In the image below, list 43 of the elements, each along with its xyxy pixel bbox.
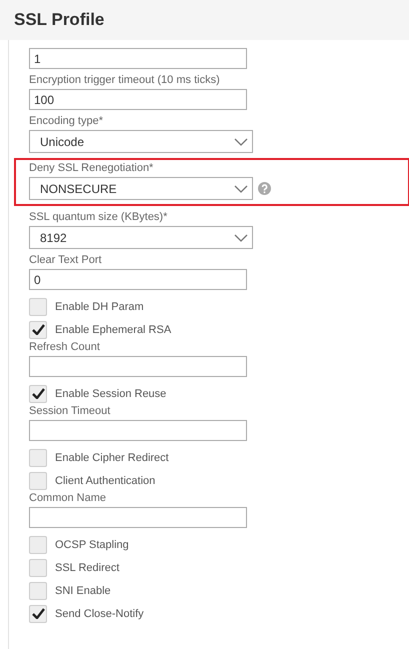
checkbox[interactable] (29, 604, 47, 622)
dropdown[interactable]: 8192 (29, 226, 253, 249)
input-field[interactable]: 100 (29, 89, 247, 110)
checkbox[interactable] (29, 298, 47, 316)
caret-icon (234, 184, 248, 192)
field-label: Session Timeout (29, 405, 112, 418)
checkbox-label: Enable Cipher Redirect (55, 452, 169, 464)
checkbox[interactable] (29, 536, 47, 554)
checkbox[interactable] (29, 582, 47, 600)
dropdown[interactable]: Unicode (29, 130, 253, 153)
checkbox[interactable] (29, 558, 47, 576)
input-field[interactable] (29, 356, 247, 377)
checkbox[interactable] (29, 472, 47, 490)
checkbox-label: Client Authentication (55, 474, 156, 486)
checkbox-label: Send Close-Notify (55, 608, 144, 620)
check-icon (32, 388, 44, 399)
checkbox-label: Enable DH Param (55, 300, 144, 312)
input-field[interactable]: 1 (29, 48, 247, 69)
checkbox-label: Enable Ephemeral RSA (55, 324, 172, 336)
check-icon (32, 608, 44, 619)
field-label: Common Name (29, 492, 108, 505)
checkbox-label: OCSP Stapling (55, 538, 129, 550)
field-label: Encryption trigger timeout (10 ms ticks) (29, 74, 221, 87)
field-label: Encoding type* (29, 115, 104, 128)
field-label: Deny SSL Renegotiation* (29, 162, 154, 175)
check-icon (32, 324, 44, 335)
checkbox-label: SSL Redirect (55, 562, 120, 574)
caret-icon (234, 234, 248, 242)
input-field[interactable] (29, 507, 247, 528)
field-label: Clear Text Port (29, 254, 103, 267)
checkbox-label: SNI Enable (55, 584, 111, 596)
input-field[interactable] (29, 420, 247, 441)
caret-icon (234, 138, 248, 146)
checkbox[interactable] (29, 448, 47, 466)
page-title: SSL Profile (14, 10, 104, 30)
checkbox[interactable] (29, 320, 47, 338)
checkbox-label: Enable Session Reuse (55, 388, 166, 400)
input-field[interactable]: 0 (29, 269, 247, 290)
field-label: SSL quantum size (KBytes)* (29, 211, 168, 224)
help-icon[interactable] (258, 182, 271, 195)
dropdown[interactable]: NONSECURE (29, 177, 253, 200)
checkbox[interactable] (29, 384, 47, 402)
field-label: Refresh Count (29, 341, 101, 354)
